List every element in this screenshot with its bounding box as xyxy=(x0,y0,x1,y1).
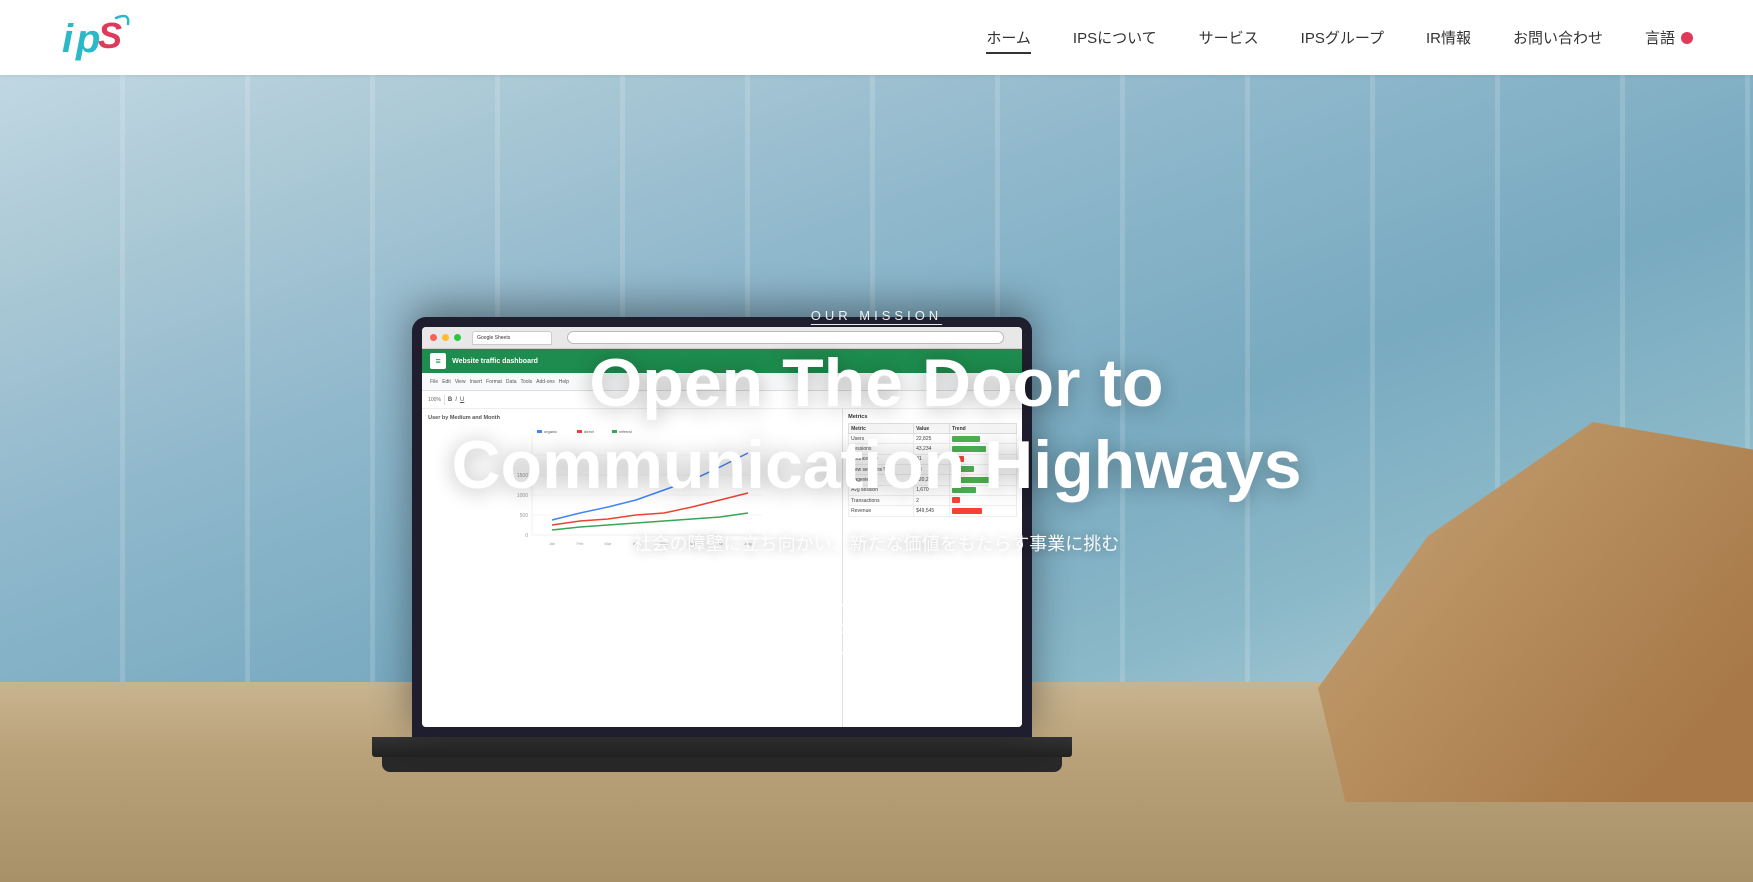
svg-text:i: i xyxy=(62,17,74,61)
language-label: 言語 xyxy=(1645,27,1675,48)
nav-about[interactable]: IPSについて xyxy=(1073,27,1157,48)
read-more-button[interactable]: Read more xyxy=(774,604,978,654)
nav-group[interactable]: IPSグループ xyxy=(1301,27,1384,48)
nav-home[interactable]: ホーム xyxy=(986,27,1031,48)
hero-section: Google Sheets ≡ Website traffic dashboar… xyxy=(0,0,1753,882)
site-header: i p S ホーム IPSについて サービス IPSグループ IR情報 お問い合… xyxy=(0,0,1753,75)
nav-ir[interactable]: IR情報 xyxy=(1426,27,1471,48)
mission-label: OUR MISSION xyxy=(811,308,942,323)
logo-svg: i p S xyxy=(60,10,140,65)
svg-text:p: p xyxy=(75,17,100,61)
logo[interactable]: i p S xyxy=(60,10,140,65)
hero-subtitle: 社会の障壁に立ち向かい、新たな価値をもたらす事業に挑む xyxy=(634,530,1120,556)
hero-title-line2: Communication Highways xyxy=(451,427,1301,503)
hero-title-line1: Open The Door to xyxy=(589,345,1163,421)
main-nav: ホーム IPSについて サービス IPSグループ IR情報 お問い合わせ 言語 xyxy=(986,27,1693,48)
nav-services[interactable]: サービス xyxy=(1199,27,1259,48)
nav-contact[interactable]: お問い合わせ xyxy=(1513,27,1603,48)
hero-content: OUR MISSION Open The Door to Communicati… xyxy=(0,0,1753,882)
hero-title: Open The Door to Communication Highways xyxy=(451,343,1301,506)
language-selector[interactable]: 言語 xyxy=(1645,27,1693,48)
svg-text:S: S xyxy=(98,15,122,56)
language-flag-icon xyxy=(1681,32,1693,44)
